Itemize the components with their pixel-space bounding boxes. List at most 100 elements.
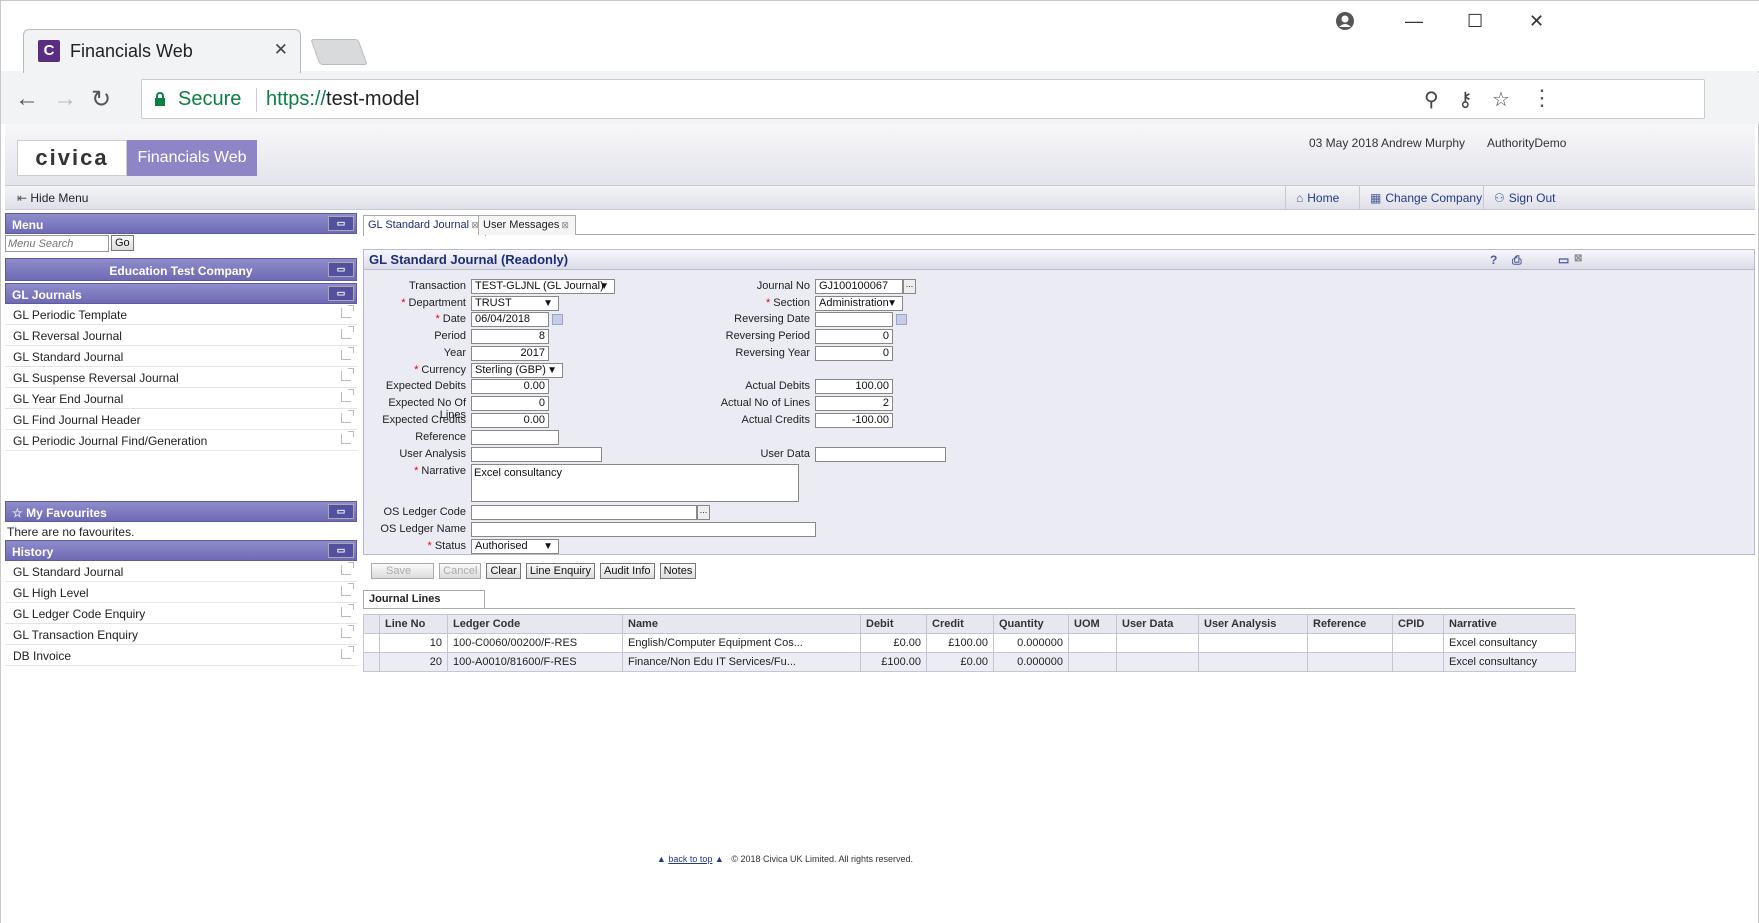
open-new-icon[interactable] [341,305,354,318]
profile-icon[interactable] [1335,11,1355,36]
department-select[interactable]: TRUST [471,296,559,311]
expected-lines-field[interactable]: 0 [471,396,549,411]
reload-icon[interactable]: ↻ [91,85,111,114]
narrative-field[interactable]: Excel consultancy [471,464,799,502]
year-field[interactable]: 2017 [471,346,549,361]
calendar-icon[interactable] [552,314,563,325]
cancel-button[interactable]: Cancel [439,563,482,579]
open-new-icon[interactable] [341,389,354,402]
collapse-icon[interactable]: ▭ [328,286,354,301]
row-selector[interactable] [363,633,380,653]
column-header[interactable]: Line No [379,614,448,634]
close-window-icon[interactable]: ✕ [1529,11,1544,32]
maximize-icon[interactable]: ☐ [1467,11,1483,32]
transaction-select[interactable]: TEST-GLJNL (GL Journal) [471,279,615,294]
forward-icon[interactable]: → [53,85,77,113]
key-icon[interactable]: ⚷ [1458,87,1473,112]
history-item[interactable]: GL High Level [5,582,357,603]
close-tab-icon[interactable]: ✕ [274,40,288,60]
tab-journal-lines[interactable]: Journal Lines [363,590,485,608]
url-text[interactable]: https://test-model [266,88,419,111]
open-new-icon[interactable] [341,604,354,617]
tab-user-messages[interactable]: User Messages ⊠ [478,215,576,235]
open-new-icon[interactable] [341,347,354,360]
open-new-icon[interactable] [341,410,354,423]
sidebar-item-gl-suspense-reversal-journal[interactable]: GL Suspense Reversal Journal [5,367,357,388]
actual-credits-field[interactable]: -100.00 [815,413,893,428]
save-button[interactable]: Save [371,563,435,579]
row-selector[interactable] [363,652,380,672]
hide-menu-link[interactable]: ⇤ Hide Menu [17,191,88,205]
pin-icon[interactable]: ▭ [328,543,354,558]
column-header[interactable]: Narrative [1443,614,1576,634]
close-tab-icon[interactable]: ⊠ [561,220,569,230]
section-select[interactable]: Administration [815,296,903,311]
column-header[interactable]: UOM [1068,614,1117,634]
history-item[interactable]: GL Ledger Code Enquiry [5,603,357,624]
reversing-date-field[interactable] [815,312,893,327]
notes-button[interactable]: Notes [659,563,697,579]
go-button[interactable]: Go [111,235,134,251]
pin-icon[interactable]: ▭ [328,504,354,519]
help-icon[interactable]: ? [1490,253,1497,267]
os-ledger-name-field[interactable] [471,522,816,537]
table-row[interactable]: 20 100-A0010/81600/F-RES Finance/Non Edu… [363,652,1576,672]
sidebar-item-gl-periodic-journal-find[interactable]: GL Periodic Journal Find/Generation [5,430,357,451]
reference-field[interactable] [471,430,559,445]
back-icon[interactable]: ← [15,85,39,113]
reversing-period-field[interactable]: 0 [815,329,893,344]
user-analysis-field[interactable] [471,447,602,462]
history-item[interactable]: GL Standard Journal [5,561,357,582]
open-new-icon[interactable] [341,368,354,381]
journal-lookup-icon[interactable]: ... [903,279,916,294]
minimize-icon[interactable]: — [1405,11,1423,32]
star-icon[interactable]: ☆ [1492,87,1510,112]
print-icon[interactable]: ⎙ [1512,253,1522,268]
open-new-icon[interactable] [341,326,354,339]
open-new-icon[interactable] [341,646,354,659]
table-row[interactable]: 10 100-C0060/00200/F-RES English/Compute… [363,633,1576,653]
browser-tab[interactable]: C Financials Web ✕ [23,29,301,73]
ledger-lookup-icon[interactable]: ... [697,505,710,520]
tab-gl-standard-journal[interactable]: GL Standard Journal ⊠ [363,215,486,236]
actual-debits-field[interactable]: 100.00 [815,379,893,394]
home-link[interactable]: ⌂ Home [1285,186,1349,209]
period-field[interactable]: 8 [471,329,549,344]
sidebar-item-gl-standard-journal[interactable]: GL Standard Journal [5,346,357,367]
sidebar-item-gl-year-end-journal[interactable]: GL Year End Journal [5,388,357,409]
audit-info-button[interactable]: Audit Info [600,563,655,579]
sidebar-item-gl-reversal-journal[interactable]: GL Reversal Journal [5,325,357,346]
os-ledger-code-field[interactable] [471,505,697,520]
gl-journals-header[interactable]: GL Journals ▭ [5,283,357,304]
column-header[interactable]: Quantity [993,614,1069,634]
sidebar-item-gl-periodic-template[interactable]: GL Periodic Template [5,304,357,325]
column-header[interactable]: CPID [1392,614,1444,634]
column-header[interactable]: Credit [926,614,994,634]
currency-select[interactable]: Sterling (GBP) [471,363,563,378]
expected-debits-field[interactable]: 0.00 [471,379,549,394]
line-enquiry-button[interactable]: Line Enquiry [525,563,595,579]
browser-menu-icon[interactable]: ⋮ [1531,85,1553,111]
column-header[interactable]: User Data [1116,614,1199,634]
user-data-field[interactable] [815,447,946,462]
history-item[interactable]: DB Invoice [5,645,357,666]
address-bar[interactable]: Secure https://test-model ⚲ ⚷ ☆ [141,79,1705,119]
status-select[interactable]: Authorised [471,539,559,554]
popout-icon[interactable]: ▭ [1558,253,1569,267]
journal-no-field[interactable]: GJ100100067 [815,279,903,294]
open-new-icon[interactable] [341,562,354,575]
menu-search-input[interactable] [5,235,109,252]
column-header[interactable]: User Analysis [1198,614,1308,634]
calendar-icon[interactable] [896,314,907,325]
pin-icon[interactable]: ▭ [328,216,354,231]
expected-credits-field[interactable]: 0.00 [471,413,549,428]
zoom-icon[interactable]: ⚲ [1424,87,1439,112]
open-new-icon[interactable] [341,583,354,596]
column-header[interactable]: Name [622,614,861,634]
close-icon[interactable]: ⊠ [1574,253,1582,264]
clear-button[interactable]: Clear [486,563,521,579]
pin-icon[interactable]: ▭ [328,262,354,277]
date-field[interactable]: 06/04/2018 [471,312,549,327]
actual-lines-field[interactable]: 2 [815,396,893,411]
sidebar-item-gl-find-journal-header[interactable]: GL Find Journal Header [5,409,357,430]
